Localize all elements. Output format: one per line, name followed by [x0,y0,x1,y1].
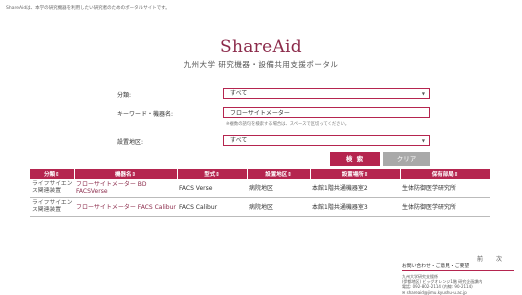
table-row: ライフサイエンス関連装置 フローサイトメーター BD FACSVerse FAC… [30,179,490,198]
category-label: 分類: [117,92,132,99]
cell-area: 病院地区 [247,179,310,198]
site-title[interactable]: ShareAid [0,37,522,57]
cell-dept: 生体防御医学研究所 [400,179,490,198]
chevron-down-icon: ▼ [421,91,425,96]
area-select[interactable]: すべて ▼ [223,135,430,146]
sort-header-area[interactable]: 設置地区⇕ [247,169,311,179]
site-subtitle: 九州大学 研究機器・設備共用支援ポータル [183,60,339,69]
sort-header-model[interactable]: 型式⇕ [177,169,248,179]
chevron-down-icon: ▼ [421,138,425,143]
results-header-row: 分類⇕ 機器名⇕ 型式⇕ 設置地区⇕ 設置場所⇕ 保有部局⇕ [30,169,491,179]
area-select-value: すべて [230,137,248,144]
contact-title: お問い合わせ・ご意見・ご要望 [402,262,514,271]
contact-box: お問い合わせ・ご意見・ご要望 九州大学研究支援係 (伊都地区) ビッグオレンジ1… [402,262,514,295]
cell-area: 病院地区 [247,197,310,217]
equipment-link[interactable]: フローサイトメーター FACS Calibur [74,197,177,217]
search-button[interactable]: 検 索 [330,152,380,166]
results-table: 分類⇕ 機器名⇕ 型式⇕ 設置地区⇕ 設置場所⇕ 保有部局⇕ ライフサイエンス関… [30,169,491,217]
site-description: ShareAidは、本学の研究機器を利用したい研究者のためのポータルサイトです。 [6,6,170,11]
brand-header: ShareAid 九州大学 研究機器・設備共用支援ポータル [0,37,522,70]
cell-category: ライフサイエンス関連装置 [30,197,74,217]
table-row: ライフサイエンス関連装置 フローサイトメーター FACS Calibur FAC… [30,197,490,217]
cell-model: FACS Verse [177,179,247,198]
sort-header-place[interactable]: 設置場所⇕ [310,169,401,179]
keyword-hint: ※複数の語句を検索する場合は、スペースで区切ってください。 [226,122,350,127]
equipment-link[interactable]: フローサイトメーター BD FACSVerse [74,179,177,198]
sort-header-category[interactable]: 分類⇕ [30,169,75,179]
cell-place: 本館1階共通機器室3 [310,197,400,217]
keyword-label: キーワード・機器名: [117,111,174,118]
keyword-input[interactable] [223,107,430,118]
cell-model: FACS Calibur [177,197,247,217]
category-select[interactable]: すべて ▼ [223,88,430,99]
contact-email[interactable]: ✉ shareaid@jimu.kyushu-u.ac.jp [402,290,514,295]
cell-dept: 生体防御医学研究所 [400,197,490,217]
cell-place: 本館1階共通機器室2 [310,179,400,198]
sort-header-name[interactable]: 機器名⇕ [74,169,178,179]
area-label: 設置地区: [117,139,144,146]
clear-button[interactable]: クリア [383,152,430,166]
category-select-value: すべて [230,90,248,97]
cell-category: ライフサイエンス関連装置 [30,179,74,198]
sort-header-dept[interactable]: 保有部局⇕ [400,169,491,179]
